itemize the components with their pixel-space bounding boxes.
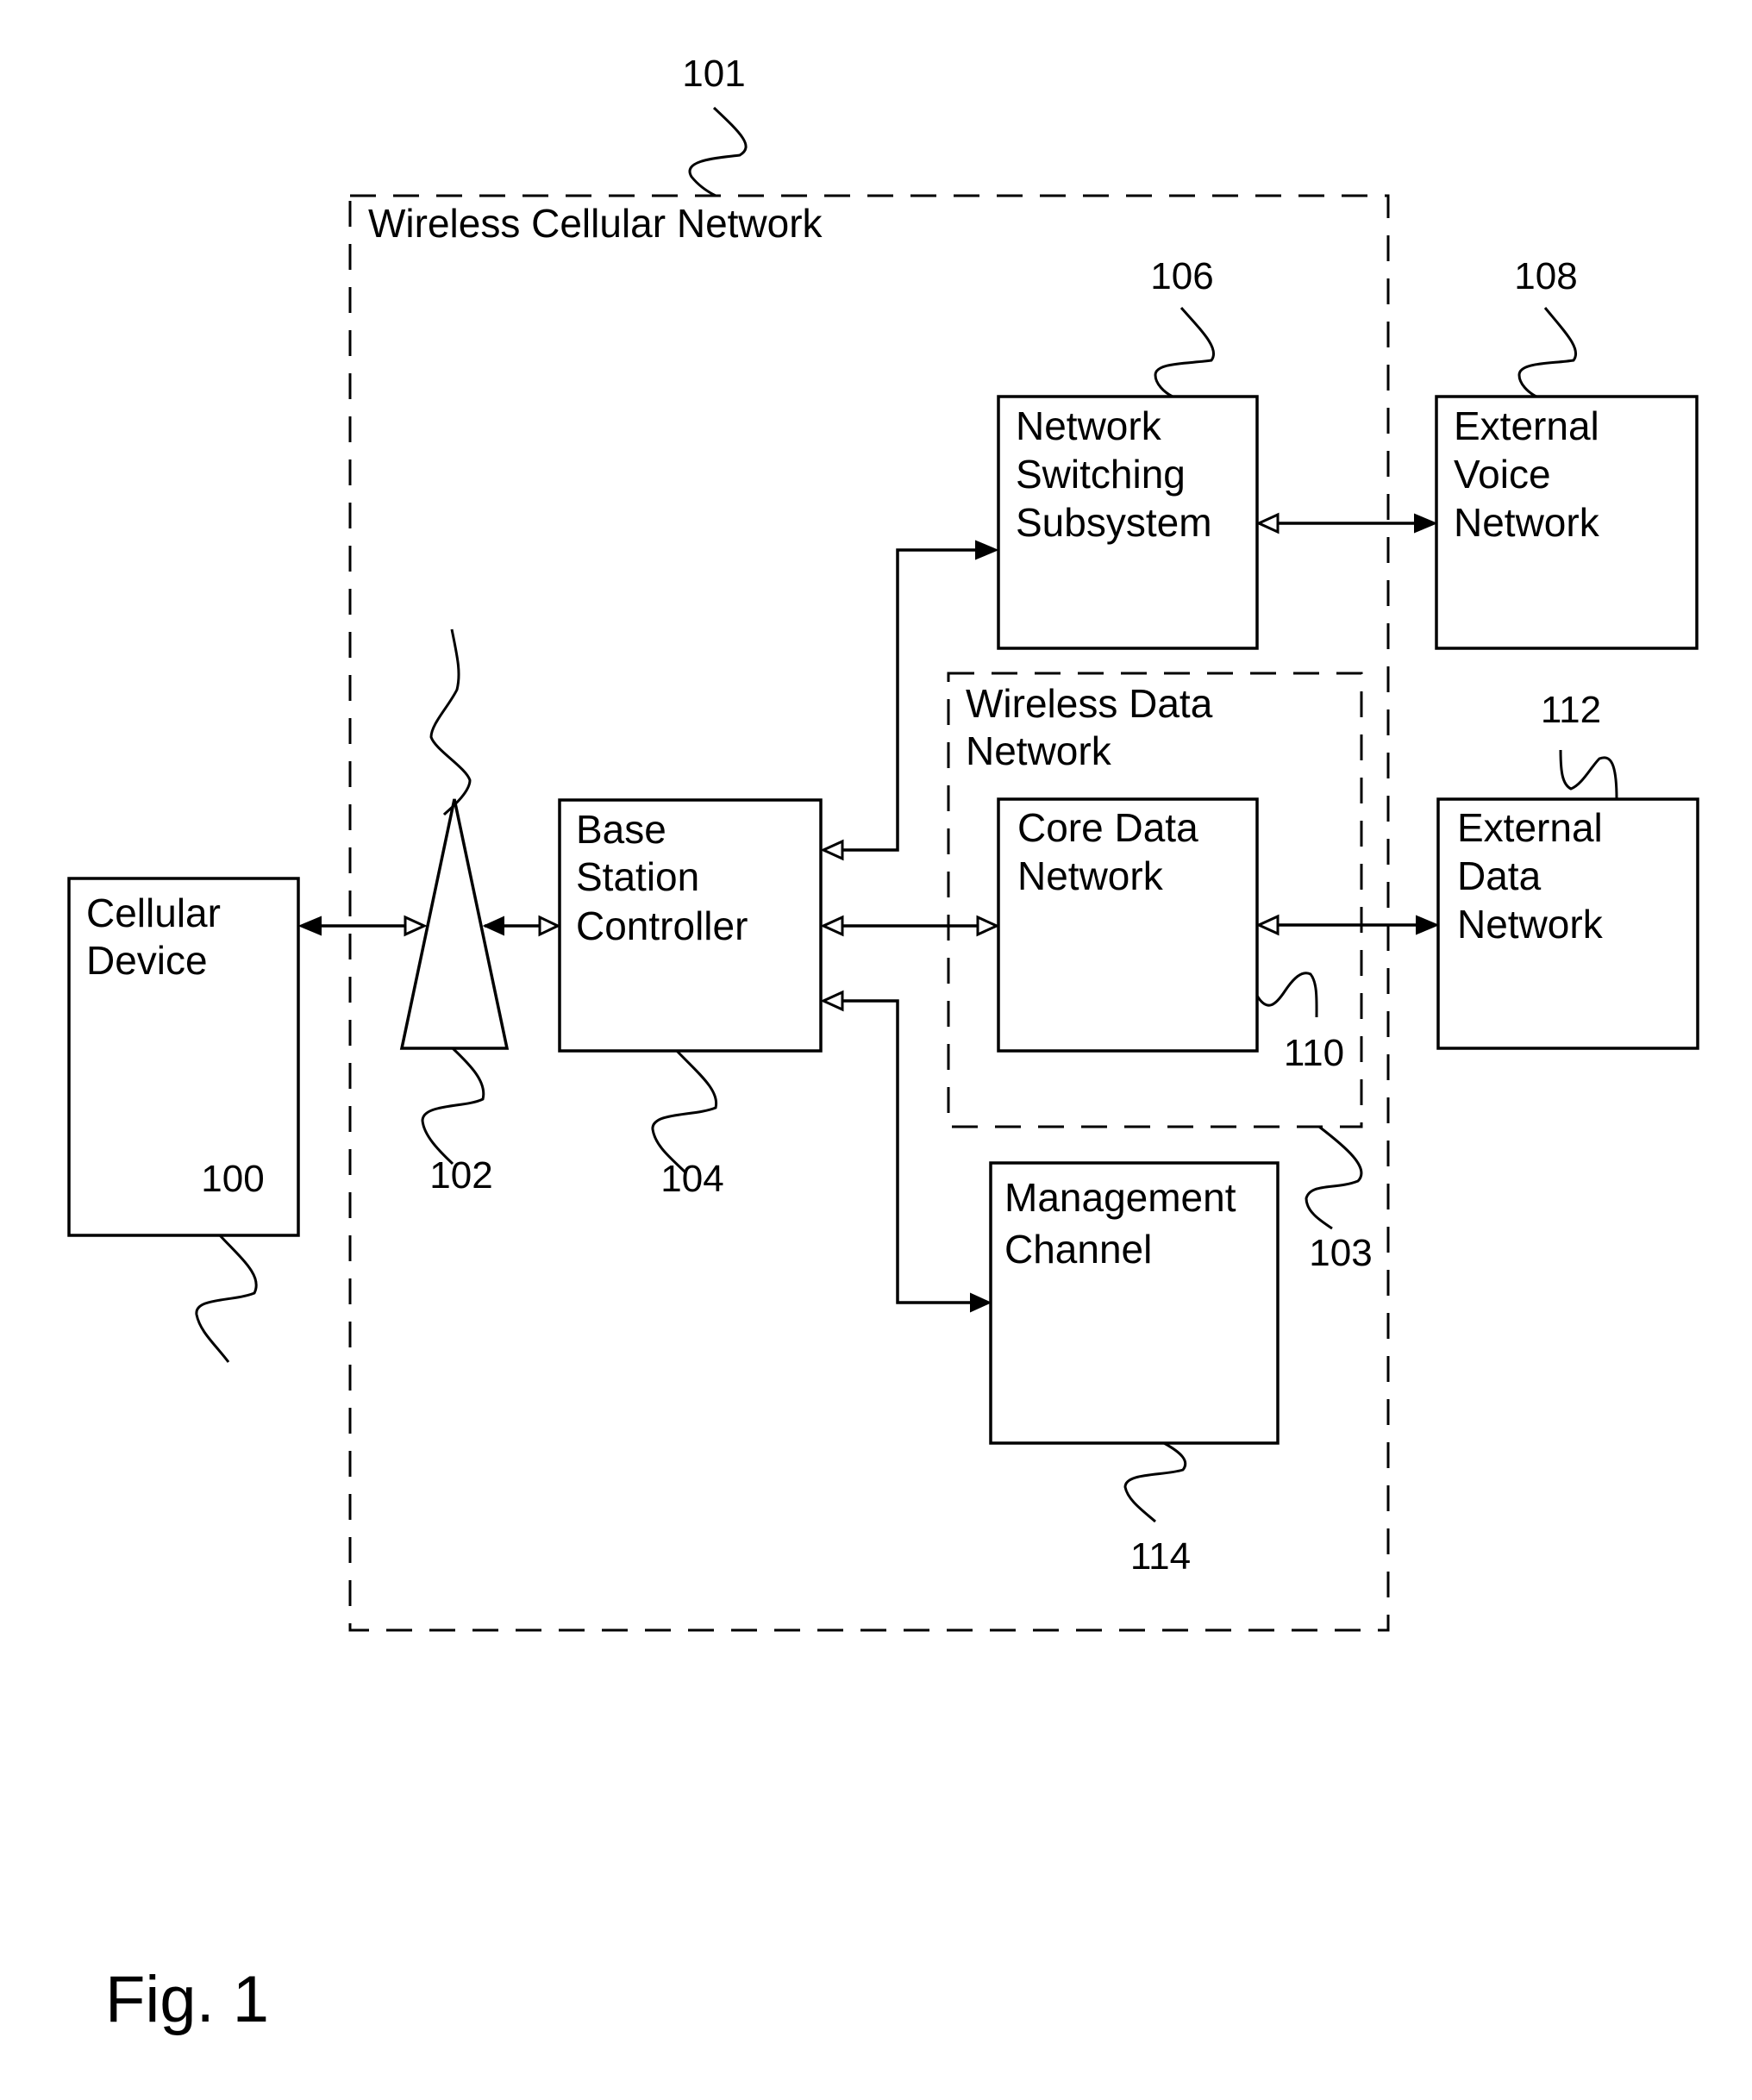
wireless-cellular-network-label: Wireless Cellular Network bbox=[368, 201, 823, 246]
ref-108: 108 bbox=[1514, 255, 1577, 297]
ref-102: 102 bbox=[429, 1154, 492, 1197]
arrowhead-core-right bbox=[1255, 914, 1280, 936]
patent-figure: Wireless Cellular Network 101 Wireless D… bbox=[67, 53, 1699, 2036]
external-voice-network-block: External Voice Network 108 bbox=[1435, 255, 1699, 650]
ref-102-leader bbox=[421, 1047, 485, 1166]
wireless-data-network-label-line2: Network bbox=[966, 728, 1112, 773]
ref-110: 110 bbox=[1284, 1032, 1344, 1074]
ref-112: 112 bbox=[1541, 689, 1601, 731]
cellular-device-label-line1: Cellular bbox=[86, 891, 221, 935]
cellular-device-block: Cellular Device bbox=[67, 877, 300, 1363]
arrowhead-core-left bbox=[976, 915, 1000, 937]
arrowhead-antenna-right bbox=[482, 916, 504, 936]
edn-label-line1: External bbox=[1457, 805, 1603, 850]
ref-114: 114 bbox=[1130, 1535, 1191, 1578]
edn-label-line2: Data bbox=[1457, 853, 1542, 898]
evn-label-line2: Voice bbox=[1454, 452, 1551, 497]
evn-label-line3: Network bbox=[1454, 500, 1600, 545]
link-bsc-management bbox=[823, 999, 985, 1304]
ref-106-leader bbox=[1154, 307, 1216, 398]
ref-104-leader bbox=[651, 1049, 718, 1174]
arrowhead-device bbox=[297, 916, 322, 936]
ref-104: 104 bbox=[660, 1158, 723, 1200]
antenna-block bbox=[399, 628, 510, 1166]
figure-caption: Fig. 1 bbox=[105, 1963, 269, 2036]
cdn-label-line1: Core Data bbox=[1017, 805, 1198, 850]
evn-label-line1: External bbox=[1454, 403, 1599, 448]
arrowhead-external-data bbox=[1416, 915, 1440, 935]
ref-112-leader bbox=[1559, 749, 1618, 800]
arrowhead-management bbox=[970, 1292, 992, 1313]
ref-100-leader bbox=[195, 1234, 258, 1363]
core-data-network-block: Core Data Network 110 bbox=[997, 797, 1344, 1074]
bsc-label-line2: Station bbox=[576, 854, 699, 899]
arrowhead-antenna-left bbox=[404, 915, 428, 937]
arrowhead-nss-right bbox=[1255, 512, 1280, 534]
base-station-controller-block: Base Station Controller bbox=[558, 798, 823, 1174]
bsc-label-line1: Base bbox=[576, 807, 666, 852]
arrowhead-bsc-left bbox=[538, 915, 561, 937]
arrowhead-bsc-lower bbox=[820, 990, 844, 1012]
ref-103-leader bbox=[1305, 1125, 1363, 1230]
network-switching-subsystem-block: Network Switching Subsystem 106 bbox=[997, 255, 1259, 650]
nss-label-line2: Switching bbox=[1016, 452, 1186, 497]
ref-106: 106 bbox=[1150, 255, 1213, 297]
arrowhead-bsc-upper bbox=[820, 839, 844, 861]
ref-100-label: 100 bbox=[201, 1158, 264, 1200]
ref-108-leader bbox=[1517, 307, 1578, 398]
arrowhead-voice bbox=[1414, 513, 1438, 534]
management-channel-block: Management Channel 114 bbox=[989, 1161, 1280, 1578]
ref-101: 101 bbox=[682, 53, 745, 95]
mc-label-line2: Channel bbox=[1004, 1227, 1152, 1272]
mc-label-line1: Management bbox=[1004, 1175, 1236, 1220]
antenna-signal-wave-icon bbox=[429, 628, 472, 816]
cdn-label-line2: Network bbox=[1017, 853, 1164, 898]
arrowhead-nss bbox=[975, 540, 999, 560]
ref-110-leader bbox=[1255, 972, 1318, 1018]
wireless-data-network-label-line1: Wireless Data bbox=[966, 681, 1213, 726]
bsc-label-line3: Controller bbox=[576, 903, 748, 948]
ref-114-leader bbox=[1123, 1441, 1187, 1523]
cellular-device-label-line2: Device bbox=[86, 938, 208, 983]
ref-103: 103 bbox=[1309, 1232, 1372, 1274]
arrowhead-bsc-middle bbox=[820, 915, 844, 937]
nss-label-line1: Network bbox=[1016, 403, 1162, 448]
nss-label-line3: Subsystem bbox=[1016, 500, 1212, 545]
ref-101-leader bbox=[688, 106, 748, 197]
edn-label-line3: Network bbox=[1457, 902, 1604, 947]
external-data-network-block: External Data Network 112 bbox=[1436, 689, 1699, 1050]
